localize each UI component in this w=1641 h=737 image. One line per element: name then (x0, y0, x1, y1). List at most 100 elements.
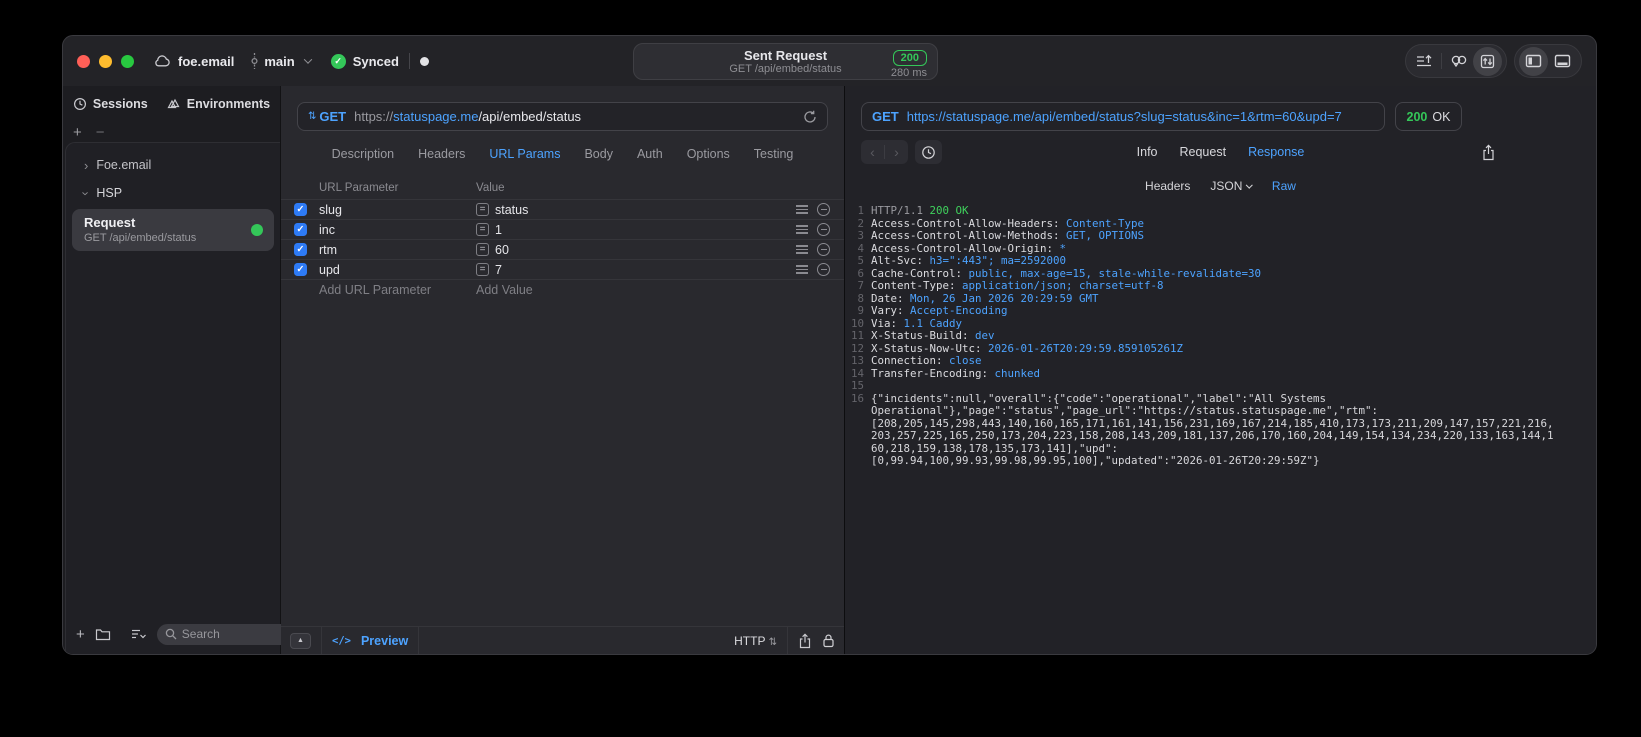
remove-row-icon[interactable] (817, 243, 830, 256)
branch-name: main (264, 53, 295, 69)
response-status-text: OK (1432, 109, 1451, 124)
code-line: Operational"},"page":"status","page_url"… (871, 404, 1379, 417)
response-tab-info[interactable]: Info (1137, 145, 1158, 159)
minimize-window-button[interactable] (99, 54, 112, 68)
response-url-box[interactable]: GET https://statuspage.me/api/embed/stat… (861, 102, 1385, 131)
param-name-field[interactable]: rtm (319, 243, 476, 257)
preview-button[interactable]: Preview (361, 634, 408, 648)
column-value: Value (476, 182, 505, 194)
group-label: HSP (96, 186, 123, 200)
sync-branches-icon (1451, 55, 1466, 68)
previous-response-button[interactable]: ‹ (861, 144, 884, 160)
tab-environments[interactable]: Environments (166, 97, 270, 111)
param-value-field[interactable]: status (495, 203, 528, 217)
status-code-badge: 200 (892, 50, 927, 66)
titlebar-actions (1405, 44, 1582, 78)
response-subtab-headers[interactable]: Headers (1145, 179, 1190, 193)
sidebar-group-foe-email[interactable]: › Foe.email (66, 151, 280, 179)
request-tab-body[interactable]: Body (584, 147, 613, 161)
sidebar-item-request[interactable]: Request GET /api/embed/status (72, 209, 274, 251)
row-notes-icon[interactable] (796, 245, 808, 254)
param-name-field[interactable]: upd (319, 263, 476, 277)
remove-row-icon[interactable] (817, 203, 830, 216)
toggle-sidebar-button[interactable] (1519, 46, 1548, 76)
view-options-button[interactable] (131, 628, 147, 640)
history-button[interactable] (915, 140, 942, 164)
response-subtab-raw[interactable]: Raw (1272, 179, 1296, 193)
sync-status[interactable]: ✓ Synced (330, 53, 399, 69)
sent-request-metrics: 200 280 ms (891, 48, 927, 79)
sent-request-status-pill[interactable]: Sent Request GET /api/embed/status 200 2… (633, 43, 938, 80)
param-value-field[interactable]: 7 (495, 263, 502, 277)
add-param-row[interactable]: Add URL Parameter Add Value (281, 279, 844, 299)
footer-divider (787, 626, 788, 654)
add-value-placeholder[interactable]: Add Value (476, 283, 780, 297)
resend-button[interactable] (803, 110, 817, 124)
param-rows: ✓ slug = status ✓ inc = 1 ✓ rtm = 60 ✓ upd = 7 (281, 199, 844, 279)
search-icon (165, 628, 177, 640)
sidebar-group-hsp[interactable]: › HSP (66, 179, 280, 207)
line-number: 7 (857, 279, 864, 292)
new-folder-button[interactable] (95, 628, 111, 641)
request-url-bar[interactable]: ⇅ GET https://statuspage.me/api/embed/st… (297, 102, 828, 131)
toggle-bottom-panel-button[interactable] (1548, 47, 1577, 76)
request-tab-url-params[interactable]: URL Params (489, 147, 560, 161)
folder-icon (95, 628, 110, 640)
code-icon: </> (332, 634, 351, 647)
app-window: foe.email main ✓ Synced Sent Request GET… (62, 35, 1597, 655)
remove-row-icon[interactable] (817, 263, 830, 276)
remove-session-button[interactable]: − (96, 124, 105, 141)
sidebar-add-remove: + − (63, 122, 280, 142)
lock-button[interactable] (822, 633, 835, 648)
response-body[interactable]: HTTP/1.1 200 OK Access-Control-Allow-Head… (871, 205, 1596, 654)
remove-row-icon[interactable] (817, 223, 830, 236)
zoom-window-button[interactable] (121, 54, 134, 68)
sync-label: Synced (352, 53, 399, 69)
collapse-panel-button[interactable]: ▲ (290, 632, 311, 649)
param-value-field[interactable]: 60 (495, 243, 509, 257)
request-tab-headers[interactable]: Headers (418, 147, 465, 161)
row-notes-icon[interactable] (796, 225, 808, 234)
tab-sessions[interactable]: Sessions (73, 97, 148, 111)
next-response-button[interactable]: › (885, 144, 908, 160)
response-method: GET (872, 109, 899, 124)
param-checkbox[interactable]: ✓ (294, 263, 307, 276)
request-tab-options[interactable]: Options (687, 147, 730, 161)
chevron-right-icon: › (84, 157, 89, 173)
close-window-button[interactable] (77, 54, 90, 68)
request-item-title: Request (84, 215, 136, 230)
request-tab-testing[interactable]: Testing (754, 147, 794, 161)
request-tab-description[interactable]: Description (332, 147, 395, 161)
new-request-button[interactable]: + (76, 626, 85, 643)
response-tab-response[interactable]: Response (1248, 145, 1304, 159)
param-name-field[interactable]: slug (319, 203, 476, 217)
response-top-bar: GET https://statuspage.me/api/embed/stat… (861, 102, 1596, 131)
param-name-field[interactable]: inc (319, 223, 476, 237)
protocol-selector[interactable]: HTTP ⇅ (734, 634, 777, 648)
param-row: ✓ inc = 1 (281, 219, 844, 239)
export-button[interactable] (798, 632, 812, 649)
add-session-button[interactable]: + (73, 124, 82, 141)
project-switcher[interactable]: foe.email (154, 54, 234, 69)
code-line: 203,257,225,165,250,173,204,223,158,208,… (871, 429, 1554, 442)
requests-list-button[interactable] (1410, 47, 1439, 76)
response-subtab-json[interactable]: JSON (1210, 179, 1253, 193)
row-notes-icon[interactable] (796, 205, 808, 214)
param-checkbox[interactable]: ✓ (294, 203, 307, 216)
sync-branches-button[interactable] (1444, 47, 1473, 76)
request-tab-auth[interactable]: Auth (637, 147, 663, 161)
response-tab-request[interactable]: Request (1180, 145, 1227, 159)
cloud-icon (154, 55, 171, 67)
row-notes-icon[interactable] (796, 265, 808, 274)
branch-switcher[interactable]: main (250, 53, 312, 69)
share-icon (799, 632, 811, 648)
url-params-table: URL Parameter Value ✓ slug = status ✓ inc = 1 ✓ r… (281, 177, 844, 626)
share-response-button[interactable] (1481, 144, 1496, 161)
param-checkbox[interactable]: ✓ (294, 243, 307, 256)
send-receive-button[interactable] (1473, 46, 1502, 76)
sidebar-tabs: Sessions Environments (63, 86, 280, 122)
param-checkbox[interactable]: ✓ (294, 223, 307, 236)
param-value-field[interactable]: 1 (495, 223, 502, 237)
reload-icon (804, 110, 816, 123)
add-url-parameter-placeholder[interactable]: Add URL Parameter (319, 283, 476, 297)
